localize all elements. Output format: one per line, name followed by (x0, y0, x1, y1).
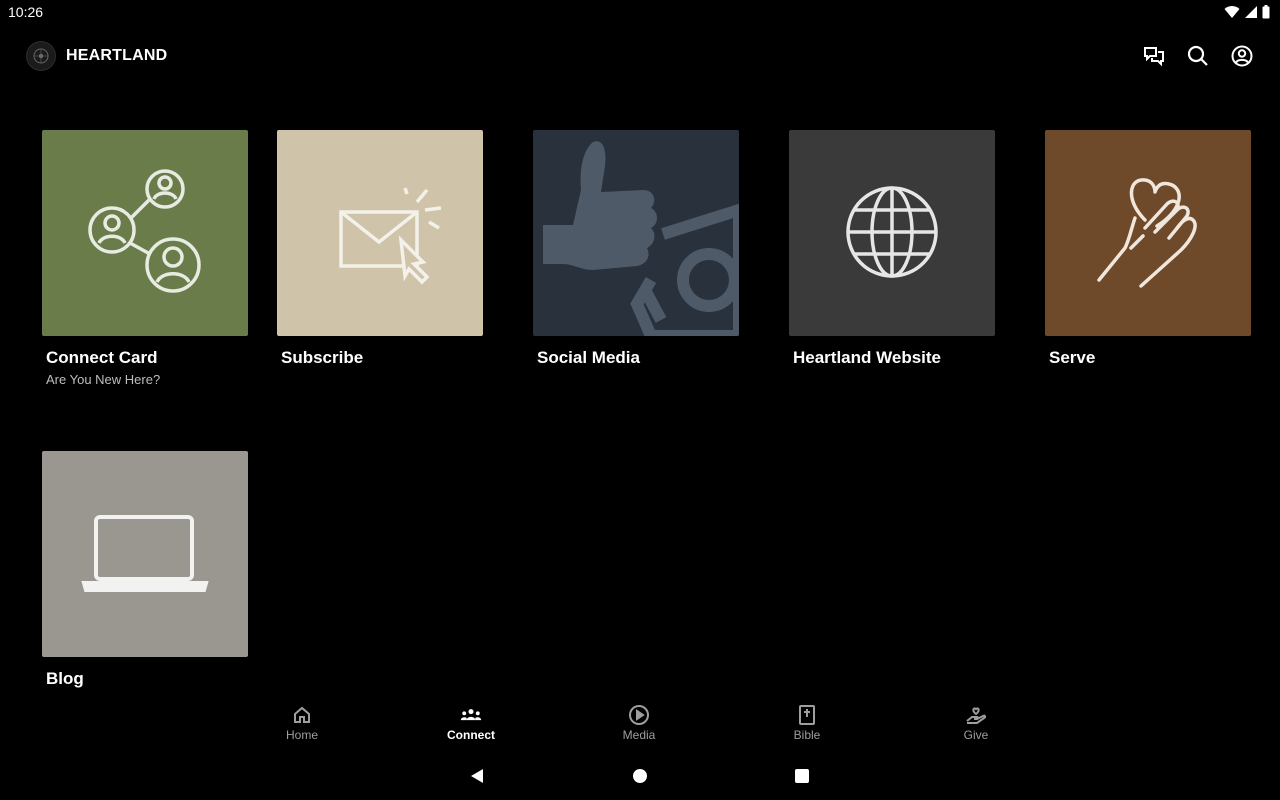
tile-image[interactable] (789, 130, 995, 336)
battery-icon (1262, 5, 1270, 19)
tile-title: Connect Card (46, 348, 158, 367)
home-circle-icon (633, 769, 647, 783)
tile-blog[interactable]: Blog (42, 451, 248, 689)
search-icon (1187, 45, 1208, 66)
chat-button[interactable] (1142, 44, 1166, 68)
tile-title: Blog (46, 669, 84, 688)
system-navigation (0, 760, 1280, 792)
globe-icon (846, 186, 938, 278)
nav-label: Connect (447, 728, 495, 742)
nav-item-connect[interactable]: Connect (421, 704, 521, 742)
nav-item-give[interactable]: Give (926, 704, 1026, 742)
tile-image[interactable] (1045, 130, 1251, 336)
recents-icon (795, 769, 809, 783)
system-back-button[interactable] (467, 766, 487, 786)
tile-heartland-website[interactable]: Heartland Website (789, 130, 995, 368)
status-bar: 10:26 (0, 0, 1280, 24)
give-heart-icon (966, 707, 987, 724)
nav-item-home[interactable]: Home (252, 704, 352, 742)
tile-image[interactable] (42, 130, 248, 336)
tile-title: Serve (1049, 348, 1096, 367)
tile-image[interactable] (533, 130, 739, 336)
tile-title: Heartland Website (793, 348, 942, 367)
tile-subtitle: Are You New Here? (46, 372, 161, 387)
laptop-icon (81, 515, 209, 592)
system-home-button[interactable] (630, 766, 650, 786)
wifi-icon (1224, 6, 1240, 19)
tile-connect-card[interactable]: Connect Card Are You New Here? (42, 130, 248, 387)
people-icon (460, 709, 482, 721)
tile-subscribe[interactable]: Subscribe (277, 130, 483, 368)
play-circle-icon (629, 705, 649, 725)
nav-item-media[interactable]: Media (589, 704, 689, 742)
tile-serve[interactable]: Serve (1045, 130, 1251, 368)
nav-label: Bible (793, 728, 821, 742)
signal-icon (1245, 6, 1257, 18)
back-icon (471, 769, 483, 783)
nav-label: Home (285, 728, 318, 742)
heartland-logo[interactable] (26, 41, 56, 71)
account-icon (1231, 45, 1253, 67)
tile-image[interactable] (277, 130, 483, 336)
home-icon (294, 706, 310, 723)
share-people-icon (88, 169, 201, 293)
search-button[interactable] (1186, 44, 1210, 68)
hand-heart-icon (1097, 178, 1197, 288)
bible-icon (799, 705, 815, 725)
system-recents-button[interactable] (792, 766, 812, 786)
tile-social-media[interactable]: Social Media (533, 130, 739, 368)
app-bar: HEARTLAND (0, 36, 1280, 76)
chat-icon (1144, 47, 1164, 67)
nav-label: Media (622, 728, 656, 742)
status-icons (1224, 5, 1270, 19)
email-click-icon (339, 187, 442, 285)
bottom-navigation: Home Connect Media Bible Give (0, 700, 1280, 750)
status-time: 10:26 (8, 4, 44, 20)
nav-label: Give (963, 728, 989, 742)
tile-title: Subscribe (281, 348, 364, 367)
app-title: HEARTLAND (66, 47, 168, 64)
tile-image[interactable] (42, 451, 248, 657)
logo-icon (33, 48, 49, 64)
thumbs-up-camera-icon (543, 141, 739, 336)
account-button[interactable] (1230, 44, 1254, 68)
nav-item-bible[interactable]: Bible (757, 704, 857, 742)
tile-title: Social Media (537, 348, 640, 367)
